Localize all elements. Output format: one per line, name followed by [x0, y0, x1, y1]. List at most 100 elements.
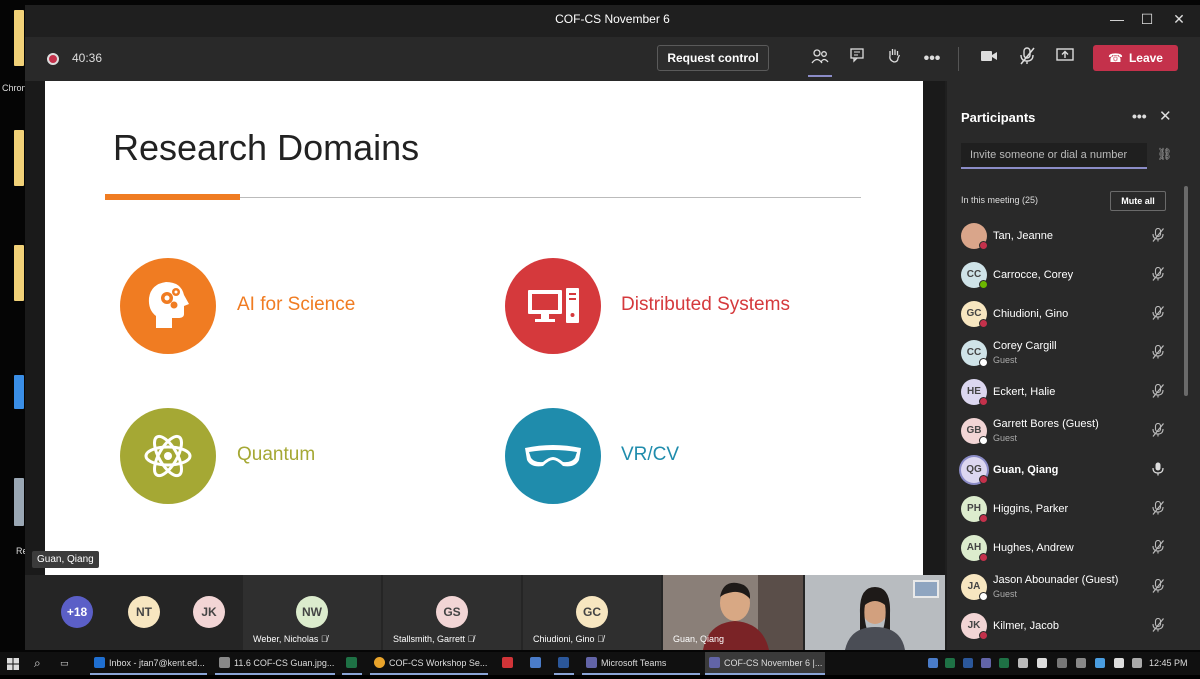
mic-muted-icon[interactable]: [1152, 422, 1164, 440]
participant-tile[interactable]: GS Stallsmith, Garrett 🎙̸: [383, 575, 521, 650]
taskbar-app-teams[interactable]: Microsoft Teams: [582, 652, 700, 675]
participant-avatar[interactable]: JK: [193, 596, 225, 628]
participant-name: Corey Cargill: [993, 340, 1057, 352]
participant-row[interactable]: GB Garrett Bores (Guest) Guest: [961, 413, 1183, 449]
task-view-icon[interactable]: ▭: [60, 652, 78, 675]
tray-app-icon[interactable]: [945, 658, 955, 668]
folder-icon[interactable]: [14, 10, 24, 66]
leave-button[interactable]: ☎ Leave: [1093, 45, 1178, 71]
participant-avatar[interactable]: NT: [128, 596, 160, 628]
presence-status-icon: [979, 592, 988, 601]
volume-icon[interactable]: [1076, 658, 1086, 668]
taskbar-app-shield[interactable]: [498, 652, 518, 675]
mic-muted-icon[interactable]: [1152, 344, 1164, 362]
close-icon[interactable]: ✕: [1159, 107, 1172, 125]
participant-row[interactable]: CC Corey Cargill Guest: [961, 335, 1183, 371]
taskbar-app-network[interactable]: [526, 652, 546, 675]
participants-icon[interactable]: [808, 47, 832, 71]
presence-status-icon: [979, 280, 988, 289]
participant-tile-name: Weber, Nicholas 🎙̸: [253, 634, 328, 644]
in-meeting-label: In this meeting (25): [961, 195, 1039, 205]
video-tile-self[interactable]: [805, 575, 945, 650]
raise-hand-icon[interactable]: [882, 47, 906, 71]
mic-icon[interactable]: [1152, 462, 1164, 479]
chat-icon[interactable]: [845, 47, 869, 71]
participant-row[interactable]: JA Jason Abounader (Guest) Guest: [961, 569, 1183, 605]
presence-status-icon: [979, 436, 988, 445]
participants-active-indicator: [808, 75, 832, 77]
request-control-button[interactable]: Request control: [657, 45, 769, 71]
taskbar-app-excel[interactable]: [342, 652, 362, 675]
participant-role: Guest: [993, 433, 1018, 443]
mic-muted-icon[interactable]: [1152, 305, 1164, 323]
taskbar-app-photos[interactable]: 11.6 COF-CS Guan.jpg...: [215, 652, 335, 675]
mic-muted-icon: 🎙̸: [320, 634, 328, 644]
head-gears-icon: [148, 282, 189, 328]
distributed-systems-circle: [505, 258, 601, 354]
participant-name: Higgins, Parker: [993, 503, 1069, 515]
mic-muted-icon[interactable]: [1152, 500, 1164, 518]
taskbar-app-teams-meeting[interactable]: COF-CS November 6 |...: [705, 652, 825, 675]
mic-muted-icon[interactable]: [1152, 227, 1164, 245]
participant-name: Tan, Jeanne: [993, 230, 1053, 242]
taskbar-app-outlook[interactable]: Inbox - jtan7@kent.ed...: [90, 652, 207, 675]
participant-tile-name: Chiudioni, Gino 🎙̸: [533, 634, 604, 644]
participant-row[interactable]: QG Guan, Qiang: [961, 452, 1183, 488]
keyboard-icon[interactable]: [1114, 658, 1124, 668]
mic-muted-icon[interactable]: [1152, 617, 1164, 635]
file-icon[interactable]: [14, 375, 24, 409]
search-icon[interactable]: ⌕: [34, 652, 50, 675]
participant-row[interactable]: JK Kilmer, Jacob: [961, 608, 1183, 644]
bluetooth-icon[interactable]: [928, 658, 938, 668]
close-icon[interactable]: ✕: [1167, 9, 1191, 29]
security-icon[interactable]: [999, 658, 1009, 668]
participant-name: Eckert, Halie: [993, 386, 1056, 398]
mic-muted-icon[interactable]: [1152, 539, 1164, 557]
participant-row[interactable]: AH Hughes, Andrew: [961, 530, 1183, 566]
defender-icon[interactable]: [1037, 658, 1047, 668]
taskbar-app-word[interactable]: [554, 652, 574, 675]
taskbar-clock[interactable]: 12:45 PM: [1149, 658, 1188, 668]
scrollbar[interactable]: [1184, 186, 1188, 396]
mic-muted-icon[interactable]: [1152, 578, 1164, 596]
more-options-icon[interactable]: •••: [920, 47, 944, 71]
wifi-icon[interactable]: [1057, 658, 1067, 668]
mic-muted-icon[interactable]: [1152, 266, 1164, 284]
maximize-icon[interactable]: ☐: [1135, 9, 1159, 29]
participant-row[interactable]: Tan, Jeanne: [961, 218, 1183, 254]
minimize-icon[interactable]: —: [1105, 9, 1129, 29]
participant-tile[interactable]: NW Weber, Nicholas 🎙̸: [243, 575, 381, 650]
more-options-icon[interactable]: •••: [1132, 108, 1147, 124]
participant-row[interactable]: PH Higgins, Parker: [961, 491, 1183, 527]
taskbar-app-chrome[interactable]: COF-CS Workshop Se...: [370, 652, 488, 675]
participant-row[interactable]: GC Chiudioni, Gino: [961, 296, 1183, 332]
link-icon[interactable]: ⛓: [1157, 147, 1172, 161]
invite-input[interactable]: [961, 143, 1147, 169]
camera-icon[interactable]: [977, 47, 1001, 71]
video-tile-guan[interactable]: Guan, Qiang: [663, 575, 803, 650]
language-icon[interactable]: [1132, 658, 1142, 668]
photos-icon: [219, 657, 230, 668]
tray-app-icon[interactable]: [1018, 658, 1028, 668]
participant-role: Guest: [993, 355, 1018, 365]
recycle-bin-icon[interactable]: [14, 478, 24, 526]
participant-row[interactable]: HE Eckert, Halie: [961, 374, 1183, 410]
tray-teams-icon[interactable]: [981, 658, 991, 668]
presence-status-icon: [979, 553, 988, 562]
mute-all-button[interactable]: Mute all: [1110, 191, 1166, 211]
mic-muted-icon[interactable]: [1015, 47, 1039, 71]
participant-name: Guan, Qiang: [993, 464, 1059, 476]
windows-taskbar: ⌕ ▭ Inbox - jtan7@kent.ed... 11.6 COF-CS…: [0, 652, 1200, 675]
folder-icon[interactable]: [14, 130, 24, 186]
share-screen-icon[interactable]: [1053, 47, 1077, 71]
domain-label-ai: AI for Science: [237, 294, 356, 315]
mic-muted-icon[interactable]: [1152, 383, 1164, 401]
folder-icon[interactable]: [14, 245, 24, 301]
windows-start-icon[interactable]: [7, 652, 23, 675]
domain-label-vr: VR/CV: [621, 444, 680, 465]
overflow-count-badge[interactable]: +18: [61, 596, 93, 628]
onedrive-icon[interactable]: [1095, 658, 1105, 668]
participant-tile[interactable]: GC Chiudioni, Gino 🎙̸: [523, 575, 661, 650]
tray-app-icon[interactable]: [963, 658, 973, 668]
participant-row[interactable]: CC Carrocce, Corey: [961, 257, 1183, 293]
